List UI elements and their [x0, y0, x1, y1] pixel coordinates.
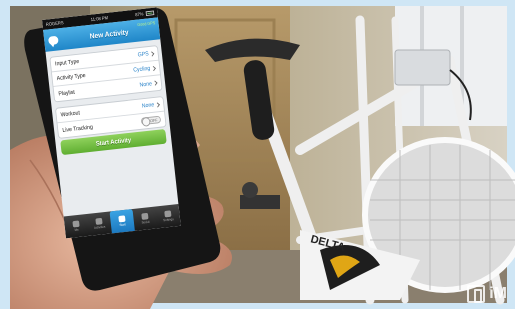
chevron-right-icon [149, 50, 155, 57]
live-tracking-toggle[interactable]: OFF [140, 115, 162, 126]
phone-screen: ROGERS 11:08 PM 87% New Activity Good GP… [42, 7, 181, 239]
tab-label: Social [141, 220, 150, 225]
photo-scene: DELTA ROGERS 11:08 PM 87% New Activity G… [0, 0, 515, 309]
chevron-right-icon [152, 80, 158, 86]
row-value: Cycling [132, 65, 151, 74]
tab-start[interactable]: Start [109, 209, 135, 234]
row-label: Input Type [54, 58, 80, 68]
globe-icon [141, 212, 149, 220]
row-value: None [141, 101, 155, 110]
watermark: iM [467, 285, 507, 303]
chevron-right-icon [155, 101, 160, 108]
row-label: Playlist [58, 88, 76, 97]
tab-settings[interactable]: Settings [155, 204, 180, 228]
activity-form: Input Type GPS Activity Type Cycling Pla… [49, 45, 163, 103]
runner-icon [118, 215, 126, 223]
watermark-text: iM [489, 285, 507, 302]
status-time: 11:08 PM [90, 15, 109, 23]
tab-activities[interactable]: Activities [87, 212, 112, 236]
row-label: Workout [60, 109, 81, 119]
list-icon [95, 217, 103, 225]
row-value: None [139, 80, 153, 89]
row-value: GPS [137, 50, 149, 59]
tab-me[interactable]: Me [64, 214, 89, 238]
person-icon [72, 220, 80, 228]
chevron-right-icon [151, 65, 156, 71]
row-label: Activity Type [56, 72, 86, 82]
battery-percent: 87% [134, 11, 144, 18]
carrier-label: ROGERS [45, 19, 64, 28]
tab-label: Activities [93, 224, 106, 230]
watermark-logo-icon [467, 285, 486, 303]
tab-social[interactable]: Social [132, 206, 157, 230]
page-title: New Activity [89, 27, 129, 41]
chat-icon[interactable] [47, 35, 59, 45]
row-label: Live Tracking [62, 123, 94, 134]
gear-icon [164, 210, 172, 218]
tab-label: Settings [163, 217, 174, 223]
tab-label: Me [74, 227, 79, 232]
tab-label: Start [119, 222, 126, 227]
battery-icon [145, 10, 155, 16]
